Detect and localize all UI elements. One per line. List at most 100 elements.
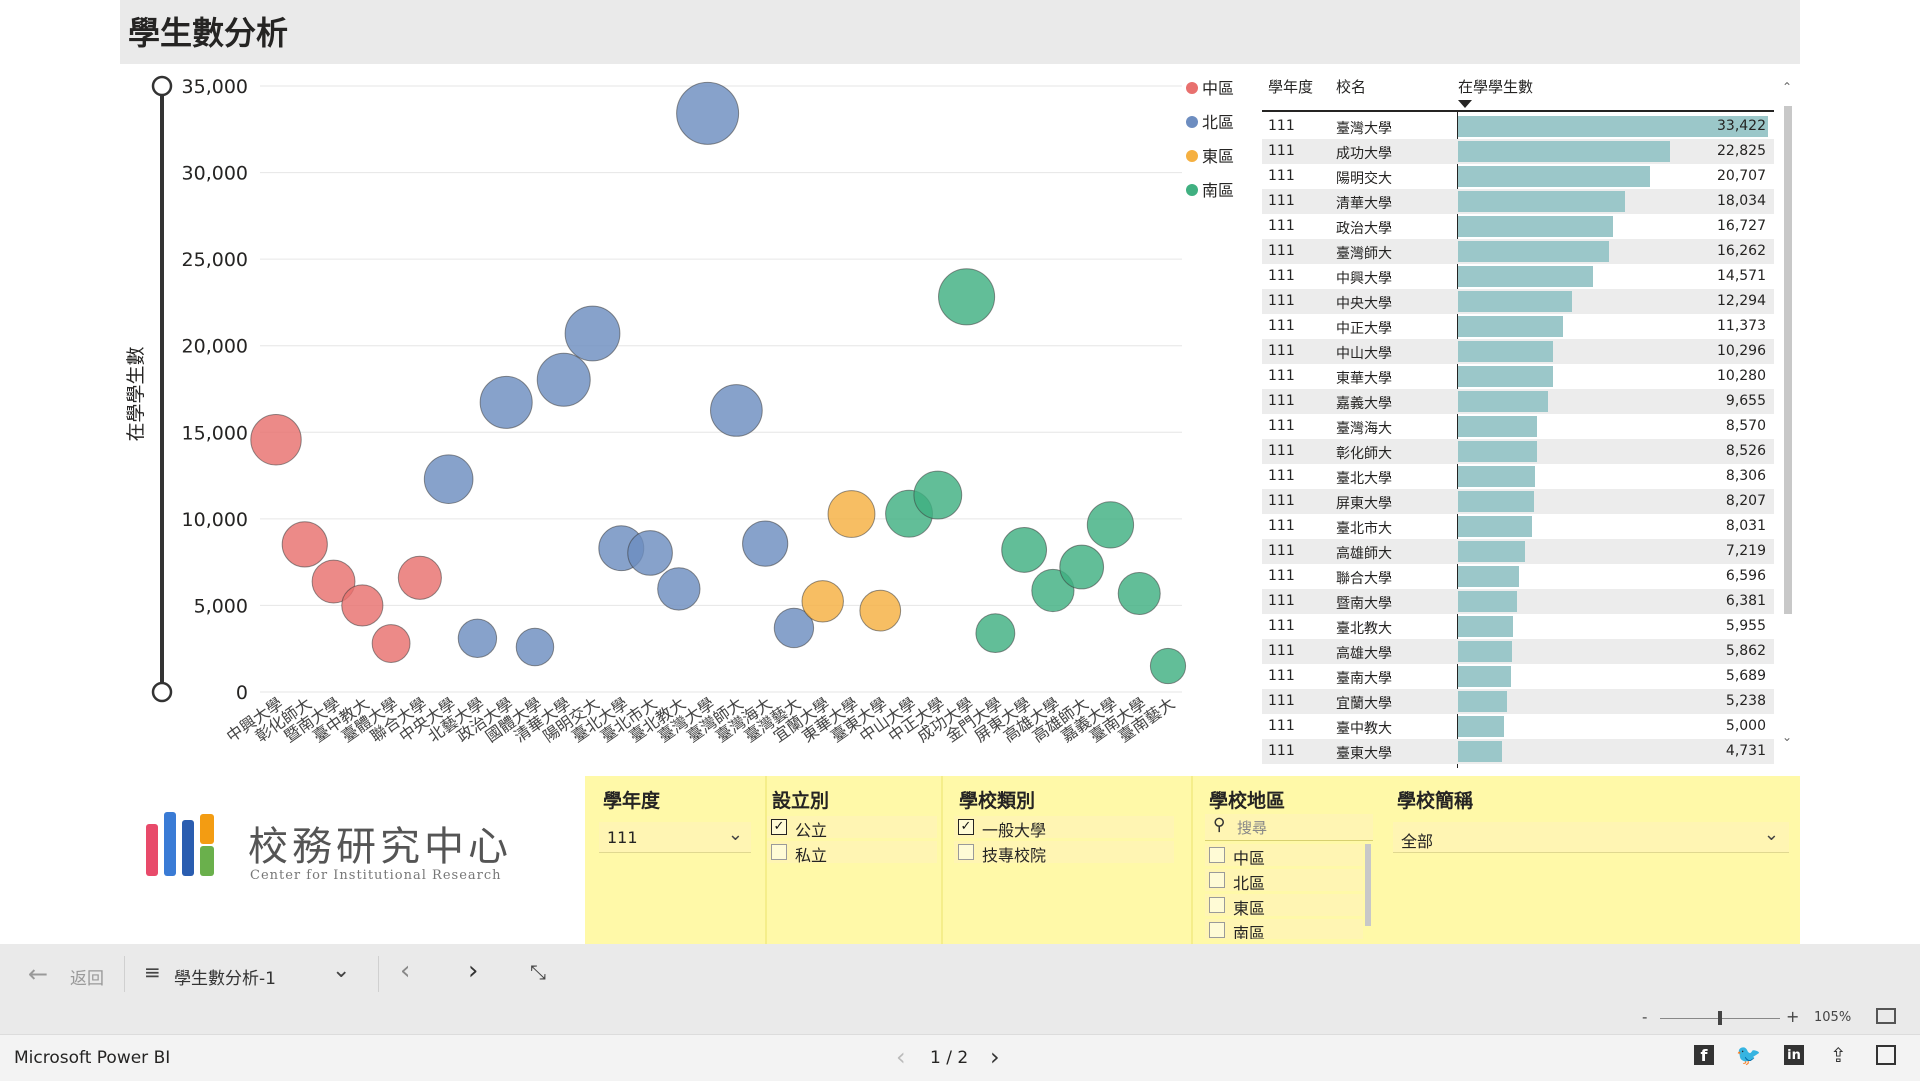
table-row[interactable]: 111 臺北大學 8,306	[1262, 464, 1774, 489]
checkbox-icon[interactable]	[1209, 922, 1225, 938]
table-row[interactable]: 111 聯合大學 6,596	[1262, 564, 1774, 589]
school-dropdown[interactable]: 全部 ⌄	[1393, 822, 1789, 853]
table-row[interactable]: 111 宜蘭大學 5,238	[1262, 689, 1774, 714]
bubble-金門大學[interactable]	[975, 613, 1016, 654]
bubble-國體大學[interactable]	[515, 627, 555, 667]
table-scroll-thumb[interactable]	[1784, 106, 1792, 614]
checkbox-icon[interactable]	[958, 844, 974, 860]
checkbox-icon[interactable]	[1209, 872, 1225, 888]
twitter-icon[interactable]: 🐦	[1736, 1043, 1761, 1067]
bubble-屏東大學[interactable]	[1001, 526, 1048, 573]
legend-label[interactable]: 南區	[1202, 181, 1234, 200]
checkbox-checked-icon[interactable]: ✓	[958, 819, 974, 835]
region-option-east[interactable]: 東區	[1205, 894, 1363, 918]
legend-label[interactable]: 北區	[1202, 113, 1234, 132]
table-row[interactable]: 111 中興大學 14,571	[1262, 264, 1774, 289]
bubble-陽明交大[interactable]	[564, 305, 621, 362]
share-icon[interactable]: ⇪	[1830, 1043, 1847, 1067]
category-option-general[interactable]: ✓ 一般大學	[954, 816, 1174, 840]
scroll-up-icon[interactable]: ⌃	[1782, 80, 1792, 94]
bubble-成功大學[interactable]	[938, 268, 996, 326]
bubble-臺東大學[interactable]	[859, 589, 902, 632]
bubble-臺灣海大[interactable]	[742, 520, 789, 567]
bubble-臺灣師大[interactable]	[710, 384, 763, 437]
bubble-中正大學[interactable]	[913, 470, 963, 520]
category-option-vocational[interactable]: 技專校院	[954, 841, 1174, 865]
back-button[interactable]: 返回	[70, 964, 104, 989]
chevron-down-icon[interactable]: ⌄	[332, 958, 350, 983]
region-option-south[interactable]: 南區	[1205, 919, 1363, 939]
checkbox-icon[interactable]	[1209, 847, 1225, 863]
range-slider-top-handle[interactable]	[151, 75, 173, 97]
linkedin-icon[interactable]: in	[1784, 1045, 1804, 1065]
zoom-out-button[interactable]: -	[1642, 1008, 1647, 1026]
table-row[interactable]: 111 彰化師大 8,526	[1262, 439, 1774, 464]
arrow-left-icon[interactable]: ←	[28, 960, 48, 988]
table-row[interactable]: 111 東華大學 10,280	[1262, 364, 1774, 389]
table-row[interactable]: 111 臺南大學 5,689	[1262, 664, 1774, 689]
chevron-left-icon[interactable]: ‹	[896, 1043, 906, 1071]
range-slider[interactable]	[151, 75, 173, 703]
checkbox-icon[interactable]	[1209, 897, 1225, 913]
zoom-in-button[interactable]: +	[1786, 1007, 1799, 1026]
table-row[interactable]: 111 臺灣師大 16,262	[1262, 239, 1774, 264]
checkbox-icon[interactable]	[771, 844, 787, 860]
table-row[interactable]: 111 嘉義大學 9,655	[1262, 389, 1774, 414]
bubble-臺北市大[interactable]	[627, 530, 673, 576]
table-row[interactable]: 111 中正大學 11,373	[1262, 314, 1774, 339]
year-dropdown[interactable]: 111 ⌄	[599, 822, 751, 853]
bubble-清華大學[interactable]	[536, 352, 591, 407]
table-row[interactable]: 111 高雄大學 5,862	[1262, 639, 1774, 664]
zoom-slider-thumb[interactable]	[1718, 1011, 1722, 1025]
table-row[interactable]: 111 中央大學 12,294	[1262, 289, 1774, 314]
facebook-icon[interactable]: f	[1694, 1045, 1714, 1065]
table-row[interactable]: 111 臺東大學 4,731	[1262, 739, 1774, 764]
fullscreen-icon[interactable]	[1876, 1045, 1896, 1065]
header-students[interactable]: 在學學生數	[1458, 76, 1533, 97]
bubble-嘉義大學[interactable]	[1086, 501, 1135, 549]
scroll-down-icon[interactable]: ⌄	[1782, 730, 1792, 744]
fit-page-icon[interactable]	[1876, 1008, 1896, 1024]
table-row[interactable]: 111 高雄師大 7,219	[1262, 539, 1774, 564]
checkbox-checked-icon[interactable]: ✓	[771, 819, 787, 835]
bubble-中央大學[interactable]	[423, 454, 474, 504]
bubble-宜蘭大學[interactable]	[801, 580, 844, 623]
table-row[interactable]: 111 中山大學 10,296	[1262, 339, 1774, 364]
bubble-彰化師大[interactable]	[281, 521, 328, 568]
table-row[interactable]: 111 臺中教大 5,000	[1262, 714, 1774, 739]
table-row[interactable]: 111 成功大學 22,825	[1262, 139, 1774, 164]
bubble-北藝大學[interactable]	[457, 618, 498, 659]
bubble-高雄師大[interactable]	[1059, 544, 1105, 590]
bubble-臺南大學[interactable]	[1117, 571, 1161, 616]
chevron-left-icon[interactable]: ‹	[400, 956, 410, 986]
bubble-政治大學[interactable]	[479, 375, 533, 429]
bubble-臺南藝大[interactable]	[1149, 647, 1187, 685]
region-option-north[interactable]: 北區	[1205, 869, 1363, 893]
list-icon[interactable]: ≡	[144, 960, 161, 984]
chevron-right-icon[interactable]: ›	[468, 956, 478, 986]
header-year[interactable]: 學年度	[1268, 76, 1313, 97]
table-row[interactable]: 111 政治大學 16,727	[1262, 214, 1774, 239]
page-selector-label[interactable]: 學生數分析-1	[174, 964, 276, 989]
header-school[interactable]: 校名	[1336, 76, 1366, 97]
table-row[interactable]: 111 臺北教大 5,955	[1262, 614, 1774, 639]
table-row[interactable]: 111 陽明交大 20,707	[1262, 164, 1774, 189]
table-row[interactable]: 111 清華大學 18,034	[1262, 189, 1774, 214]
bubble-臺北教大[interactable]	[657, 567, 701, 611]
bubble-聯合大學[interactable]	[397, 555, 442, 600]
legend-label[interactable]: 中區	[1202, 79, 1234, 98]
bubble-臺中教大[interactable]	[341, 584, 384, 627]
chevron-right-icon[interactable]: ›	[990, 1043, 1000, 1071]
table-row[interactable]: 111 臺北市大 8,031	[1262, 514, 1774, 539]
region-search[interactable]: ⚲ 搜尋	[1205, 814, 1373, 841]
bubble-中興大學[interactable]	[250, 413, 302, 466]
type-option-public[interactable]: ✓ 公立	[767, 816, 937, 840]
range-slider-bottom-handle[interactable]	[151, 681, 173, 703]
collapse-icon[interactable]: ⤡	[530, 960, 546, 984]
bubble-臺灣大學[interactable]	[676, 81, 740, 145]
type-option-private[interactable]: 私立	[767, 841, 937, 865]
bubble-臺體大學[interactable]	[371, 624, 411, 663]
table-row[interactable]: 111 臺灣大學 33,422	[1262, 114, 1774, 139]
table-row[interactable]: 111 暨南大學 6,381	[1262, 589, 1774, 614]
region-scroll-thumb[interactable]	[1365, 844, 1371, 926]
